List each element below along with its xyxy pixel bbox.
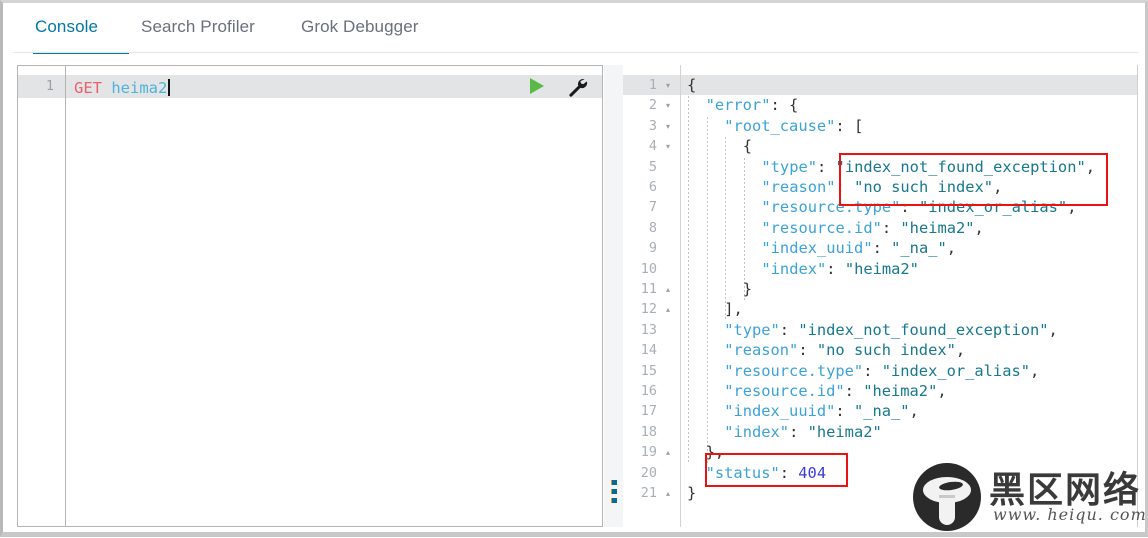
response-line-number: 8: [648, 219, 657, 236]
response-code-line: "index": "heima2": [761, 259, 919, 278]
response-line-number: 6: [648, 179, 657, 195]
request-editor[interactable]: 1 GET heima2: [17, 65, 603, 527]
text-cursor: [168, 79, 171, 96]
response-line-number: 16: [640, 383, 657, 399]
fold-collapse-icon[interactable]: ▾: [663, 101, 673, 111]
watermark-url: www. heiqu. com: [993, 505, 1147, 524]
fold-collapse-icon[interactable]: ▾: [663, 142, 673, 152]
response-line-number: 7: [648, 199, 657, 216]
app-inner: Console Search Profiler Grok Debugger 1 GE…: [3, 3, 1146, 533]
response-code-line: {: [687, 76, 697, 94]
response-line-number: 3: [648, 117, 657, 134]
response-code-line: ],: [724, 300, 743, 319]
response-code-line: },: [705, 443, 725, 462]
response-line-number: 4: [648, 138, 657, 155]
response-line-number: 14: [640, 342, 657, 359]
response-line-number: 10: [640, 260, 657, 277]
response-line-number: 11: [640, 281, 657, 297]
editor-code-line[interactable]: GET heima2: [74, 77, 171, 99]
editor-toolbar: [514, 75, 602, 98]
response-code-line: "resource.type": "index_or_alias",: [724, 361, 1040, 380]
response-code-line: "index_uuid": "_na_",: [761, 239, 957, 258]
response-line-number: 18: [640, 423, 657, 440]
response-code-line: "resource.id": "heima2",: [761, 218, 984, 237]
editor-line-number: 1: [45, 78, 54, 94]
tab-grok-debugger[interactable]: Grok Debugger: [301, 17, 419, 37]
response-line-number: 12: [640, 301, 657, 318]
splitter-drag-handle[interactable]: [611, 480, 617, 503]
tab-search-profiler[interactable]: Search Profiler: [141, 17, 255, 37]
response-viewer[interactable]: 1 ▾ {2 ▾ "error": { 3 ▾ "root_cause": [ 4 ▾ {5 "typ…: [623, 65, 1138, 527]
indent-guide: [743, 157, 745, 301]
response-line-number: 9: [648, 240, 657, 257]
response-code-line: "reason": "no such index",: [724, 341, 966, 360]
panel-splitter[interactable]: [604, 65, 623, 527]
response-active-line-highlight: [623, 75, 1137, 95]
response-line-number: 15: [640, 362, 657, 379]
editor-gutter: 1: [18, 66, 66, 526]
response-code-line: "resource.id": "heima2",: [724, 382, 947, 400]
response-line-number: 5: [648, 158, 657, 175]
play-icon[interactable]: [530, 78, 544, 94]
response-code-line: }: [687, 484, 697, 502]
response-code-line: "index": "heima2": [724, 422, 882, 441]
response-code-line: "type": "index_not_found_exception",: [724, 320, 1058, 339]
response-code-line: "resource.type": "index_or_alias",: [761, 198, 1077, 217]
indent-guide: [688, 96, 689, 464]
response-code-line: "type": "index_not_found_exception",: [761, 157, 1096, 176]
response-line-number: 19: [640, 444, 657, 461]
response-code-line: }: [742, 280, 753, 298]
app-window: Console Search Profiler Grok Debugger 1 GE…: [0, 0, 1148, 537]
request-path-token: heima2: [111, 79, 168, 97]
response-line-number: 2: [648, 97, 657, 114]
fold-expand-icon[interactable]: ▴: [663, 448, 673, 458]
tab-console[interactable]: Console: [35, 17, 98, 37]
http-method-token: GET: [74, 79, 102, 97]
response-code-line: "root_cause": [: [724, 116, 864, 135]
response-line-number: 13: [640, 321, 657, 338]
indent-guide: [725, 137, 727, 321]
response-line-number: 1: [648, 77, 657, 93]
tabbar-divider: [13, 52, 1138, 53]
fold-expand-icon[interactable]: ▴: [663, 489, 673, 499]
response-code-line: "reason": "no such index",: [761, 178, 1003, 196]
fold-collapse-icon[interactable]: ▾: [663, 81, 673, 91]
response-code-line: "status": 404: [705, 463, 827, 482]
response-code-line: "index_uuid": "_na_",: [724, 402, 919, 421]
response-code-line: {: [742, 137, 753, 156]
response-code-line: "error": {: [705, 96, 799, 115]
response-line-number: 20: [640, 464, 657, 481]
watermark: 黑区网络 www. heiqu. com: [911, 461, 1146, 533]
dev-tools-tabbar: Console Search Profiler Grok Debugger: [13, 7, 1145, 54]
fold-expand-icon[interactable]: ▴: [663, 305, 673, 315]
fold-expand-icon[interactable]: ▴: [663, 285, 673, 295]
response-line-number: 21: [640, 485, 657, 501]
indent-guide: [706, 116, 708, 464]
response-line-number: 17: [640, 403, 657, 420]
wrench-icon[interactable]: [566, 76, 588, 103]
fold-collapse-icon[interactable]: ▾: [663, 122, 673, 132]
mushroom-logo-icon: [913, 463, 981, 531]
